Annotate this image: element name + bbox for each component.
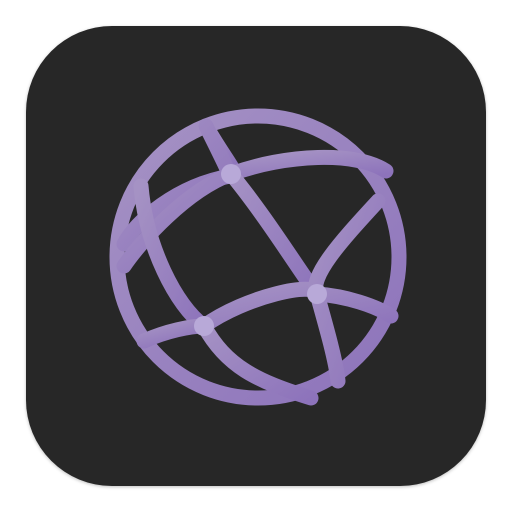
globe-network-icon xyxy=(109,108,407,406)
network-node-left xyxy=(194,316,214,336)
icon-canvas xyxy=(0,0,512,512)
app-icon[interactable] xyxy=(26,26,486,486)
network-node-right xyxy=(307,284,327,304)
globe-arc-lower-band xyxy=(196,281,399,334)
globe-arc-inner-sweep xyxy=(223,166,325,302)
network-node-top xyxy=(221,164,241,184)
